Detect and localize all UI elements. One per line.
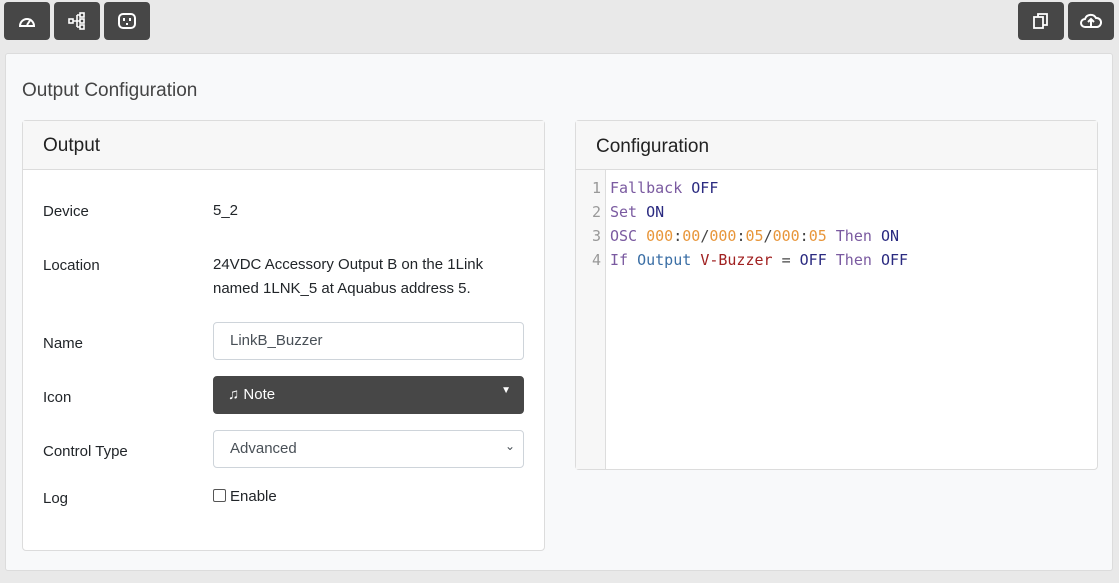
log-checkbox[interactable] (213, 489, 226, 502)
chevron-down-icon: ⌄ (504, 439, 515, 453)
code-token: 05 (745, 227, 764, 245)
log-checkbox-group[interactable]: Enable (213, 485, 277, 509)
dashboard-icon (18, 18, 36, 27)
page: Output Configuration Output Device 5_2 L… (5, 53, 1113, 571)
line-number: 2 (591, 203, 601, 221)
code-token: : (799, 227, 809, 245)
code-token: / (763, 227, 773, 245)
dashboard-button[interactable] (4, 2, 50, 40)
code-token: OFF (799, 251, 827, 269)
code-token: 000 (709, 227, 737, 245)
line-number: 3 (591, 227, 601, 245)
log-label: Log (43, 490, 69, 507)
code-token: If (610, 251, 638, 269)
code-token: OFF (880, 251, 909, 269)
cloud-upload-icon (1080, 13, 1102, 28)
line-gutter: 1 2 3 4 (576, 170, 606, 469)
code-token: Set (610, 203, 647, 221)
code-line: OSC 000:00/000:05/000:05 Then ON (610, 224, 908, 248)
line-number: 1 (591, 179, 601, 197)
code-token: Then (826, 227, 881, 245)
caret-down-icon: ▼ (501, 385, 511, 396)
output-card-title: Output (23, 121, 544, 170)
icon-dropdown[interactable]: ♫ Note ▼ (213, 376, 524, 414)
network-tree-icon (68, 12, 85, 30)
control-type-value: Advanced (230, 440, 297, 457)
log-option-label[interactable]: Enable (230, 488, 277, 505)
outlet-button[interactable] (104, 2, 150, 40)
code-token: Then (826, 251, 881, 269)
network-button[interactable] (54, 2, 100, 40)
code-token: ON (646, 203, 665, 221)
code-token: ON (880, 227, 899, 245)
code-token: Output (637, 251, 701, 269)
control-type-select[interactable]: Advanced ⌄ (213, 430, 524, 468)
configuration-card: Configuration 1234 Fallback OFF Set ON OSC… (575, 120, 1098, 470)
icon-label: Icon (43, 389, 72, 406)
copy-icon (1033, 13, 1048, 29)
location-line: named 1LNK_5 at Aquabus address 5. (213, 280, 471, 297)
code-token: Fallback (610, 179, 692, 197)
code-token: V-Buzzer (700, 251, 773, 269)
output-card: Output Device 5_2 Location 24VDC Accesso… (22, 120, 545, 551)
upload-button[interactable] (1068, 2, 1114, 40)
line-number: 4 (591, 251, 601, 269)
icon-value: Note (243, 386, 276, 403)
code-token: 05 (808, 227, 827, 245)
control-type-label: Control Type (43, 443, 128, 460)
code-editor[interactable]: Fallback OFF Set ON OSC 000:00/000:05/000:… (610, 176, 908, 272)
device-value: 5_2 (213, 202, 239, 219)
code-token: : (673, 227, 683, 245)
configuration-card-title: Configuration (576, 121, 1097, 170)
location-label: Location (43, 257, 100, 274)
code-token: 000 (772, 227, 800, 245)
code-line: Fallback OFF (610, 176, 908, 200)
code-line: If Output V-Buzzer = OFF Then OFF (610, 248, 908, 272)
code-line: Set ON (610, 200, 908, 224)
code-token: = (772, 251, 800, 269)
code-token: 00 (682, 227, 701, 245)
location-value: 24VDC Accessory Output B on the 1Link nam… (213, 253, 483, 301)
code-token: OFF (691, 179, 719, 197)
copy-button[interactable] (1018, 2, 1064, 40)
code-token: / (700, 227, 710, 245)
name-input[interactable]: LinkB_Buzzer (213, 322, 524, 360)
code-token: OSC (610, 227, 647, 245)
page-title: Output Configuration (22, 80, 198, 101)
outlet-icon (118, 13, 136, 29)
device-label: Device (43, 203, 89, 220)
music-note-icon: ♫ (228, 386, 240, 403)
code-token: 000 (646, 227, 674, 245)
name-label: Name (43, 335, 84, 352)
location-line: 24VDC Accessory Output B on the 1Link (213, 256, 484, 273)
